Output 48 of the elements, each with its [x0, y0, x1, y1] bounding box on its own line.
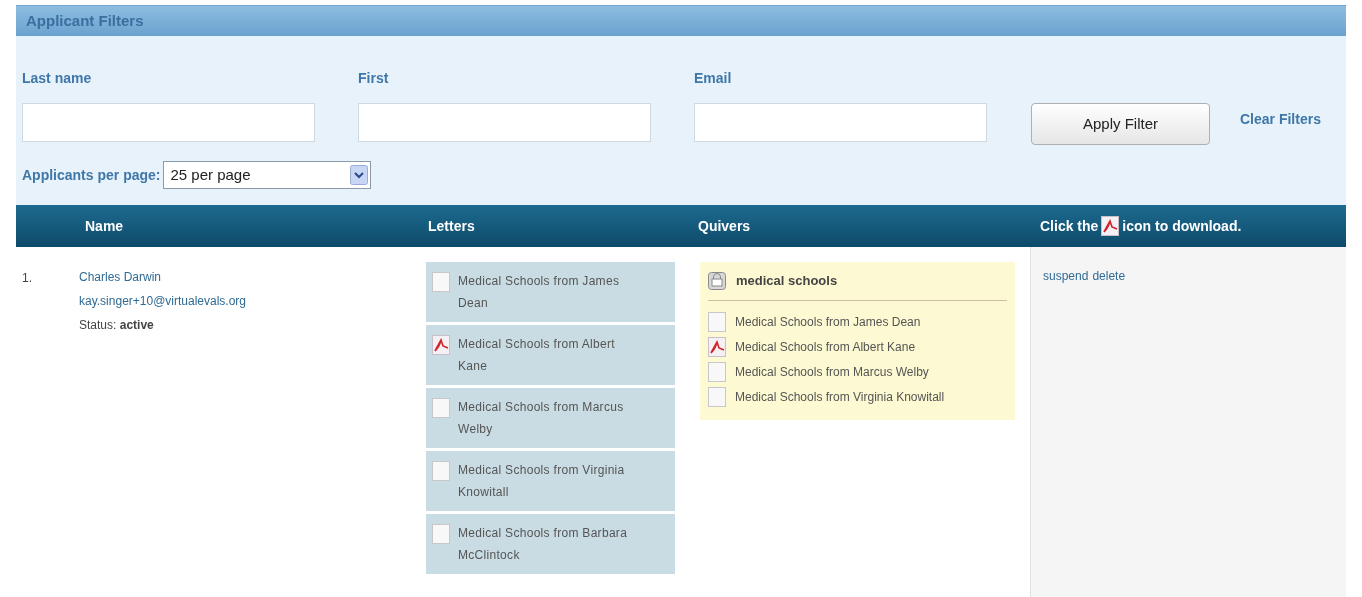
blank-document-icon [432, 398, 450, 418]
letter-title: Medical Schools from Albert Kane [458, 336, 616, 375]
pdf-icon [1101, 216, 1120, 236]
filter-label: First [358, 69, 390, 88]
blank-document-icon [432, 524, 450, 544]
row-number: 1. [21, 270, 33, 287]
blank-document-icon [708, 362, 726, 382]
blank-document-icon [432, 272, 450, 292]
download-hint-text: icon to download. [1122, 216, 1242, 236]
column-header: Quivers [698, 216, 752, 236]
letter-title: Medical Schools from Marcus Welby [458, 399, 625, 438]
blank-document-icon [708, 387, 726, 407]
letter-card[interactable]: Medical Schools from James Dean [426, 262, 675, 322]
quiver-letter[interactable]: Medical Schools from Albert Kane [735, 338, 916, 356]
letter-title: Medical Schools from Barbara McClintock [458, 525, 629, 564]
quiver-letter[interactable]: Medical Schools from James Dean [735, 313, 921, 331]
letter-title: Medical Schools from James Dean [458, 273, 621, 312]
filter-label: Last name [22, 69, 93, 88]
panel-title: Applicant Filters [26, 10, 144, 31]
lock-icon [708, 271, 726, 290]
letter-card[interactable]: Medical Schools from Barbara McClintock [426, 514, 675, 574]
pdf-icon [432, 335, 450, 355]
quiver-title: medical schools [736, 272, 838, 290]
apply-filter-button[interactable]: Apply Filter [1031, 103, 1210, 145]
letter-card[interactable]: Medical Schools from Albert Kane [426, 325, 675, 385]
applicant-email: kay.singer+10@virtualevals.org [79, 293, 248, 309]
action-link[interactable]: suspend [1043, 267, 1089, 285]
column-header: Letters [428, 216, 476, 236]
clear-filters-link[interactable]: Clear Filters [1240, 109, 1321, 130]
pdf-icon [708, 337, 726, 357]
applicant-status: Status: active [79, 317, 155, 333]
blank-document-icon [708, 312, 726, 332]
letter-title: Medical Schools from Virginia Knowitall [458, 462, 626, 501]
letter-card[interactable]: Medical Schools from Marcus Welby [426, 388, 675, 448]
per-page-label: Applicants per page: [22, 165, 161, 185]
applicant-name-link[interactable]: Charles Darwin [79, 269, 162, 285]
filter-input[interactable] [22, 103, 315, 142]
blank-document-icon [432, 461, 450, 481]
letter-card[interactable]: Medical Schools from Virginia Knowitall [426, 451, 675, 511]
per-page-select[interactable]: 25 per page [163, 161, 372, 189]
filter-input[interactable] [358, 103, 651, 142]
download-hint-text: Click the [1040, 216, 1099, 236]
filter-label: Email [694, 69, 733, 88]
quiver-letter[interactable]: Medical Schools from Marcus Welby [735, 363, 929, 381]
column-header: Name [85, 216, 125, 236]
action-link[interactable]: delete [1092, 267, 1126, 285]
filter-input[interactable] [694, 103, 987, 142]
quiver-letter[interactable]: Medical Schools from Virginia Knowitall [735, 388, 945, 406]
